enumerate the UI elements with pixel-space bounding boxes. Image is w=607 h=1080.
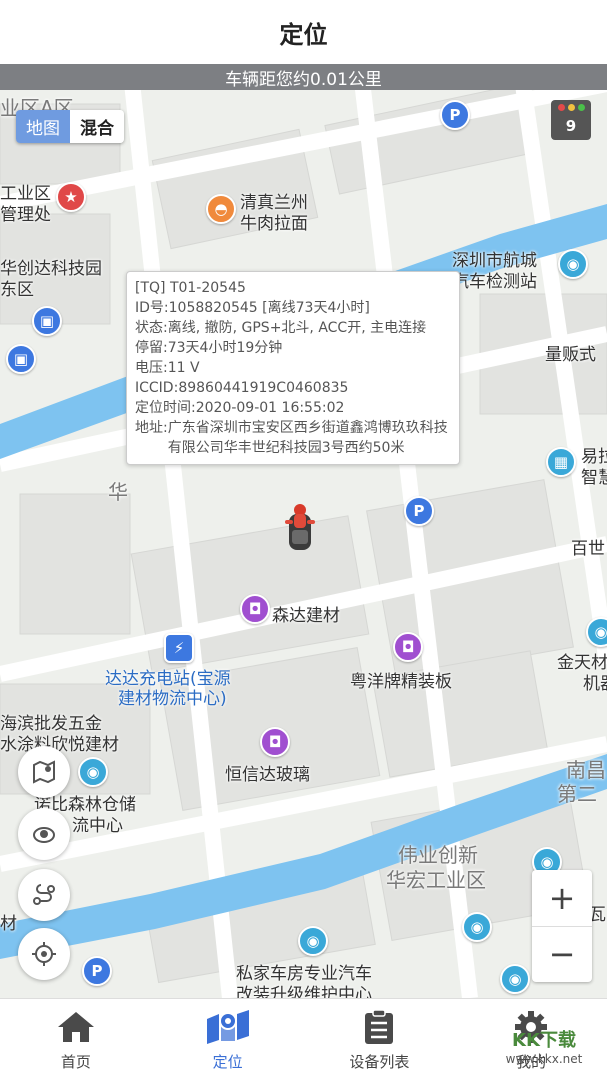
map-label: 管理处 (0, 205, 51, 225)
map-label: 粤洋牌精装板 (350, 672, 452, 692)
time-value: 2020-09-01 16:55:02 (195, 400, 345, 416)
stay-value: 73天4小时19分钟 (167, 340, 283, 356)
device-info-popup: [TQ] T01-20545 ID号: 1058820545 [离线73天4小时]… (126, 271, 460, 465)
route-icon (33, 884, 55, 905)
zoom-control: + − (532, 870, 592, 982)
zoom-in-button[interactable]: + (532, 870, 592, 927)
shop-icon[interactable]: ◘ (393, 632, 423, 662)
map-label: 森达建材 (272, 606, 340, 626)
charging-station-icon[interactable]: ⚡ (164, 633, 194, 663)
map-label: 材 (0, 914, 17, 934)
app-header: 定位 (0, 0, 607, 64)
status-value: 离线, 撤防, GPS+北斗, ACC开, 主电连接 (167, 320, 427, 336)
bus-stop-icon[interactable]: ▣ (32, 306, 62, 336)
clipboard-list-icon (365, 1009, 394, 1044)
bus-stop-icon[interactable]: ▣ (6, 344, 36, 374)
map-label: 百世 (571, 539, 605, 559)
tab-location[interactable]: 定位 (152, 999, 304, 1080)
home-icon (57, 1012, 94, 1042)
street-view-button[interactable] (18, 808, 70, 860)
traffic-light-icon (551, 104, 591, 111)
map-location-icon (206, 1010, 249, 1044)
zoom-out-button[interactable]: − (532, 927, 592, 983)
map-marker-icon (33, 760, 55, 784)
map-label: 牛肉拉面 (240, 214, 308, 234)
car-service-icon[interactable]: ◉ (298, 926, 328, 956)
restaurant-icon[interactable]: ◓ (206, 194, 236, 224)
distance-text: 车辆距您约0.01公里 (225, 69, 382, 90)
map-label: 东区 (0, 280, 34, 300)
track-playback-button[interactable] (18, 869, 70, 921)
map-label: 恒信达玻璃 (225, 765, 310, 785)
id-label: ID号: (135, 300, 169, 316)
map-label: 第二 (557, 782, 597, 806)
tab-label: 首页 (60, 1053, 91, 1071)
car-service-icon[interactable]: ◉ (558, 249, 588, 279)
watermark: KK下载 www.kkx.net (488, 1026, 600, 1076)
tab-home[interactable]: 首页 (0, 999, 152, 1080)
device-name: [TQ] T01-20545 (135, 280, 246, 296)
map-label: 智慧 (581, 468, 607, 488)
car-service-icon[interactable]: ◉ (78, 757, 108, 787)
parking-icon[interactable]: P (404, 496, 434, 526)
page-title: 定位 (279, 20, 328, 49)
tab-label: 定位 (212, 1053, 243, 1071)
locate-me-button[interactable] (18, 928, 70, 980)
shop-icon[interactable]: ◘ (260, 727, 290, 757)
map-label: 机器 (583, 674, 607, 694)
map-label: 建材物流中心) (118, 689, 227, 709)
vehicle-marker-icon[interactable] (283, 500, 317, 552)
watermark-main: KK下载 (512, 1030, 576, 1051)
distance-banner: 车辆距您约0.01公里 (0, 64, 607, 90)
star-icon[interactable]: ★ (56, 182, 86, 212)
map-type-toggle[interactable]: 地图 混合 (16, 110, 124, 143)
building-icon[interactable]: ▦ (546, 447, 576, 477)
traffic-count: 9 (565, 117, 577, 135)
iccid-value: 89860441919C0460835 (178, 380, 349, 396)
voltage-label: 电压: (135, 360, 168, 376)
map-label: 华宏工业区 (386, 868, 486, 892)
parking-icon[interactable]: P (440, 100, 470, 130)
id-value: 1058820545 [离线73天4小时] (168, 300, 370, 316)
map-label: 流中心 (72, 816, 123, 836)
map-layers-button[interactable] (18, 746, 70, 798)
camera-icon (33, 827, 55, 843)
time-label: 定位时间: (135, 400, 196, 416)
parking-icon[interactable]: P (82, 956, 112, 986)
map-label: 汽车检测站 (452, 272, 537, 292)
map-label: 华 (108, 480, 128, 504)
traffic-toggle-button[interactable]: 9 (551, 100, 591, 140)
watermark-url: www.kkx.net (505, 1052, 583, 1066)
tab-device-list[interactable]: 设备列表 (304, 999, 456, 1080)
iccid-label: ICCID: (135, 380, 179, 396)
map-mode-button[interactable]: 地图 (16, 110, 70, 143)
map-label: 量贩式 (545, 345, 596, 365)
tab-label: 设备列表 (349, 1053, 410, 1071)
mixed-mode-button[interactable]: 混合 (70, 110, 124, 143)
car-service-icon[interactable]: ◉ (500, 964, 530, 994)
map-label: 改装升级维护中心 (236, 985, 372, 998)
voltage-value: 11 V (167, 360, 200, 376)
car-service-icon[interactable]: ◉ (462, 912, 492, 942)
crosshair-icon (32, 942, 56, 966)
stay-label: 停留: (135, 340, 168, 356)
address-label: 地址: (135, 420, 168, 436)
shop-icon[interactable]: ◘ (240, 594, 270, 624)
status-label: 状态: (135, 320, 168, 336)
address-value: 广东省深圳市宝安区西乡街道鑫鸿博玖玖科技有限公司华丰世纪科技园3号西约50米 (167, 420, 448, 456)
